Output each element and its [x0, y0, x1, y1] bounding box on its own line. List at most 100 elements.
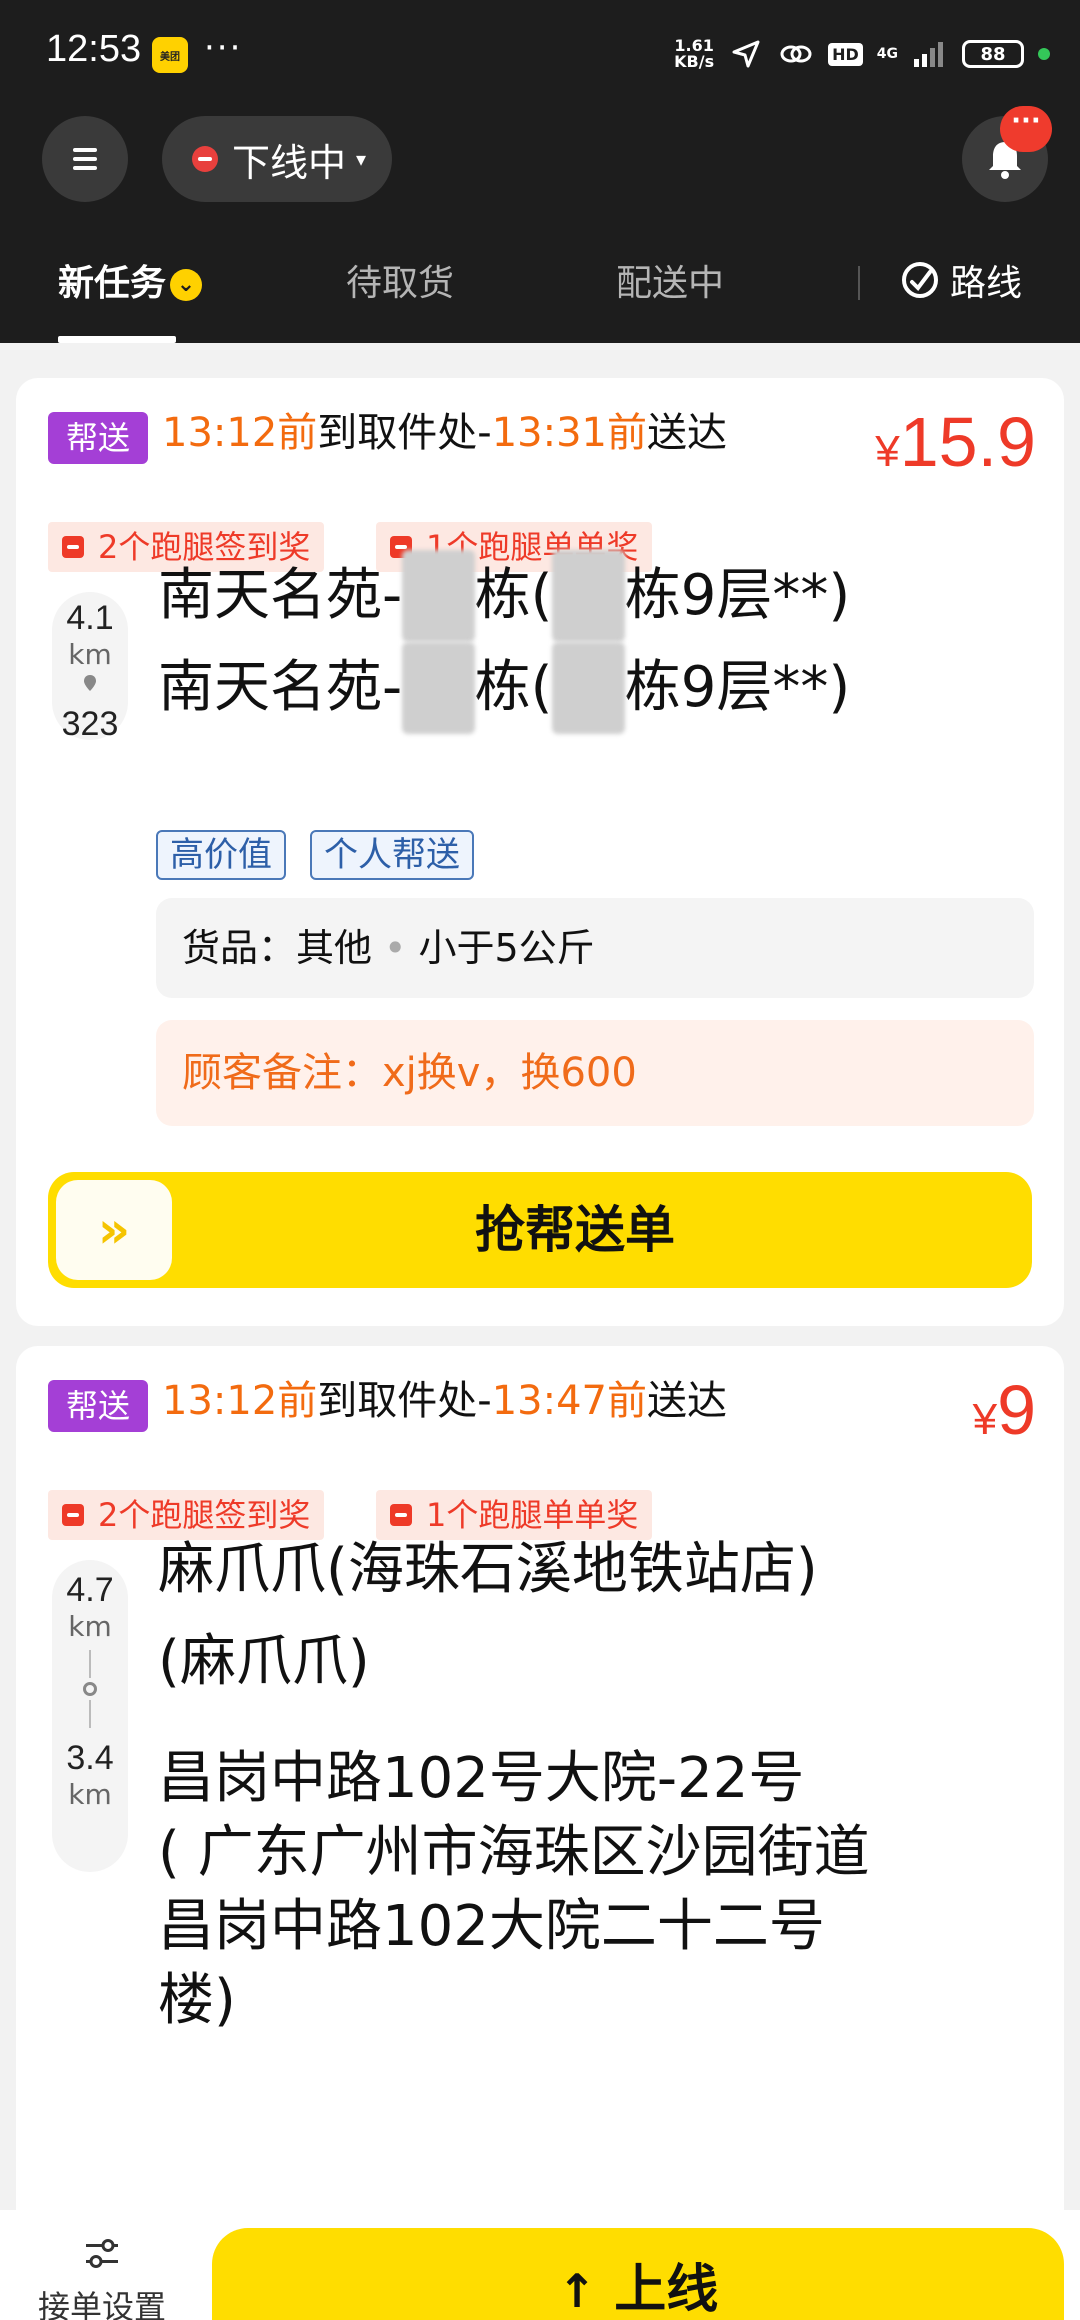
link-icon — [778, 36, 814, 72]
order-settings-button[interactable]: 接单设置 — [22, 2236, 182, 2320]
order-time-window: 13:12前到取件处-13:47前送达 — [162, 1368, 727, 1426]
personal-delivery-tag: 个人帮送 — [310, 830, 474, 880]
menu-button[interactable] — [42, 116, 128, 202]
delivery-address-line: ( 广东广州市海珠区沙园街道 — [158, 1820, 870, 1885]
pickup-distance-unit: km — [68, 638, 112, 671]
status-bar: 12:53 美团 ··· 1.61 KB/s HD 4G 88 — [0, 0, 1080, 100]
delivery-distance-unit: km — [68, 1778, 112, 1811]
customer-note: 顾客备注：xj换v，换600 — [156, 1020, 1034, 1126]
pickup-distance-unit: km — [68, 1610, 112, 1643]
app-header: 12:53 美团 ··· 1.61 KB/s HD 4G 88 下线中 ▾ ··… — [0, 0, 1080, 343]
dropdown-caret-icon: ▾ — [356, 147, 367, 171]
delivery-address: 昌岗中路102号大院-22号 ( 广东广州市海珠区沙园街道 昌岗中路102大院二… — [158, 1742, 870, 2038]
distance-column: 4.7 km 3.4 km — [52, 1560, 128, 1872]
redacted-text: K2 — [552, 642, 625, 734]
delivery-address-building: 栋( — [474, 655, 553, 720]
grab-order-slider[interactable]: 抢帮送单 » — [48, 1172, 1032, 1288]
route-line — [89, 1700, 91, 1728]
order-card[interactable]: 帮送 13:12前到取件处-13:31前送达 ¥15.9 2个跑腿签到奖 1个跑… — [16, 378, 1064, 1326]
pickup-address-line: (麻爪爪) — [158, 1629, 370, 1694]
tab-awaiting-pickup[interactable]: 待取货 — [346, 254, 454, 306]
goods-weight: 小于5公斤 — [418, 926, 595, 970]
network-speed-unit: KB/s — [674, 52, 715, 71]
pickup-address-building: 栋( — [474, 563, 553, 628]
pickup-address: 南天名苑-K2栋(K2栋9层**) — [158, 550, 850, 642]
price-amount: 9 — [997, 1371, 1036, 1449]
order-price: ¥15.9 — [875, 402, 1036, 482]
price-amount: 15.9 — [899, 403, 1036, 481]
redacted-text: K2 — [402, 550, 475, 642]
notification-badge: ··· — [1000, 106, 1052, 152]
bottom-bar: 接单设置 ↑ 上线 — [0, 2210, 1080, 2320]
pickup-address: 麻爪爪(海珠石溪地铁站店) (麻爪爪) — [158, 1524, 818, 1708]
delivery-address-line: 昌岗中路102号大院-22号 — [158, 1746, 805, 1811]
offline-icon — [192, 146, 218, 172]
pickup-text: 到取件处- — [317, 1378, 492, 1424]
pickup-address-floor: 栋9层**) — [624, 563, 851, 628]
redacted-text: K2 — [402, 642, 475, 734]
hamburger-icon — [73, 148, 97, 170]
pickup-distance: 4.1 — [66, 599, 114, 637]
go-online-button[interactable]: ↑ 上线 — [212, 2228, 1064, 2320]
route-line — [89, 1650, 91, 1678]
route-button[interactable]: 路线 — [900, 254, 1022, 306]
route-icon — [902, 262, 938, 298]
status-icons: 1.61 KB/s HD 4G 88 — [674, 32, 1050, 76]
pickup-address-line: 麻爪爪(海珠石溪地铁站店) — [158, 1537, 818, 1602]
separator-dot: • — [384, 926, 407, 970]
delivery-deadline: 13:31前 — [491, 410, 647, 456]
grab-order-label: 抢帮送单 — [475, 1201, 675, 1259]
online-status-label: 下线中 — [232, 140, 347, 185]
active-tab-indicator — [58, 336, 176, 343]
distance-column: 4.1 km 323 — [52, 592, 128, 743]
pickup-text: 到取件处- — [317, 410, 492, 456]
redacted-text: K2 — [552, 550, 625, 642]
tab-new-tasks-label: 新任务 — [58, 263, 167, 304]
sliders-icon — [86, 2239, 118, 2268]
delivery-address-floor: 栋9层**) — [624, 655, 851, 720]
currency-symbol: ¥ — [972, 1395, 998, 1444]
delivery-deadline: 13:47前 — [491, 1378, 647, 1424]
more-notifications-icon: ··· — [204, 28, 243, 68]
order-price: ¥9 — [973, 1370, 1036, 1450]
order-tabs: 新任务 ⌄ 待取货 配送中 路线 — [0, 240, 1080, 343]
pickup-deadline: 13:12前 — [162, 410, 318, 456]
delivery-text: 送达 — [647, 410, 727, 456]
meituan-app-icon: 美团 — [152, 37, 188, 73]
signal-icon — [912, 36, 948, 72]
go-online-label: 上线 — [614, 2260, 719, 2320]
order-type-tag: 帮送 — [48, 412, 148, 464]
high-value-tag: 高价值 — [156, 830, 286, 880]
waypoint-icon — [83, 1682, 97, 1696]
goods-type: 其他 — [296, 926, 373, 970]
delivery-address: 南天名苑-K2栋(K2栋9层**) — [158, 642, 850, 734]
status-time: 12:53 — [46, 28, 142, 70]
network-type: 4G — [876, 46, 898, 62]
delivery-text: 送达 — [647, 1378, 727, 1424]
online-status-dropdown[interactable]: 下线中 ▾ — [162, 116, 392, 202]
order-time-window: 13:12前到取件处-13:31前送达 — [162, 400, 727, 458]
tab-delivering[interactable]: 配送中 — [616, 254, 724, 306]
slider-handle[interactable]: » — [56, 1180, 172, 1280]
pickup-deadline: 13:12前 — [162, 1378, 318, 1424]
delivery-address-line: 楼) — [158, 1968, 236, 2033]
order-card[interactable]: 帮送 13:12前到取件处-13:47前送达 ¥9 2个跑腿签到奖 1个跑腿单单… — [16, 1346, 1064, 2320]
goods-label: 货品： — [182, 926, 297, 970]
pickup-distance: 4.7 — [66, 1571, 114, 1609]
mobile-network: 4G — [877, 47, 898, 61]
chevron-down-icon: ⌄ — [170, 269, 203, 301]
arrow-up-icon: ↑ — [557, 2264, 597, 2318]
goods-info: 货品：其他 • 小于5公斤 — [156, 898, 1034, 998]
tab-new-tasks[interactable]: 新任务 ⌄ — [58, 254, 203, 306]
network-speed: 1.61 KB/s — [674, 38, 714, 70]
location-pin-icon — [83, 674, 97, 696]
pickup-address-prefix: 南天名苑- — [158, 563, 403, 628]
delivery-address-prefix: 南天名苑- — [158, 655, 403, 720]
privacy-indicator-dot — [1038, 48, 1050, 60]
order-settings-label: 接单设置 — [37, 2288, 166, 2320]
hd-icon: HD — [828, 42, 863, 66]
currency-symbol: ¥ — [875, 427, 900, 476]
delivery-distance: 323 — [61, 705, 119, 743]
tab-divider — [858, 266, 860, 300]
battery-indicator: 88 — [962, 40, 1024, 68]
